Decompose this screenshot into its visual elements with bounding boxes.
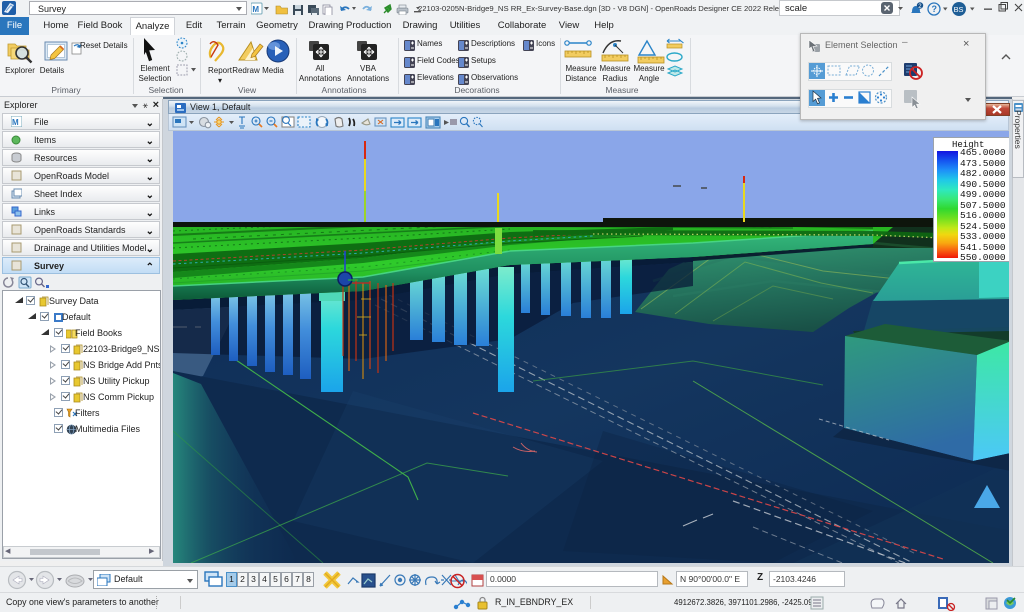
svg-text:M: M xyxy=(252,5,259,14)
svg-text:BS: BS xyxy=(954,5,964,14)
svg-text:M: M xyxy=(12,118,19,127)
svg-text:?: ? xyxy=(932,4,938,14)
